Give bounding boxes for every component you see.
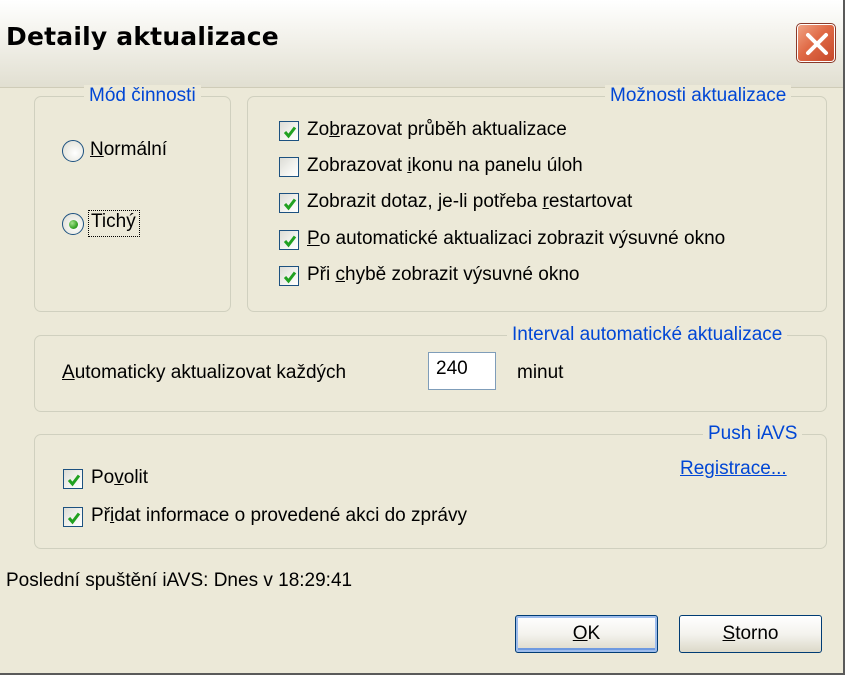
last-run-status: Poslední spuštění iAVS: Dnes v 18:29:41 [6, 570, 353, 591]
interval-group-legend: Interval automatické aktualizace [507, 324, 788, 346]
interval-input[interactable]: 240 [428, 352, 496, 390]
push-checkbox-label-0[interactable]: Povolit [91, 467, 148, 489]
title-bar[interactable]: Detaily aktualizace [0, 0, 843, 88]
update-option-checkbox-1[interactable] [279, 157, 299, 177]
checkmark-icon [283, 271, 297, 284]
update-option-checkbox-2[interactable] [279, 193, 299, 213]
radio-silent-label[interactable]: Tichý [91, 211, 136, 233]
push-checkbox-0[interactable] [63, 469, 83, 489]
radio-silent[interactable] [62, 213, 84, 235]
checkmark-icon [67, 474, 81, 487]
cancel-button[interactable]: Storno [679, 615, 822, 653]
mode-group [34, 96, 231, 312]
update-option-checkbox-label-0[interactable]: Zobrazovat průběh aktualizace [307, 119, 567, 141]
checkmark-icon [283, 235, 297, 248]
push-checkbox-1[interactable] [63, 507, 83, 527]
push-group-legend: Push iAVS [703, 423, 803, 445]
update-option-checkbox-label-3[interactable]: Po automatické aktualizaci zobrazit výsu… [307, 228, 725, 250]
window-title: Detaily aktualizace [6, 22, 279, 51]
push-checkbox-label-1[interactable]: Přidat informace o provedené akci do zpr… [91, 505, 467, 527]
checkmark-icon [283, 198, 297, 211]
update-option-checkbox-label-2[interactable]: Zobrazit dotaz, je-li potřeba restartova… [307, 191, 632, 213]
close-button[interactable] [796, 23, 836, 63]
mode-group-legend: Mód činnosti [84, 85, 201, 107]
registration-link[interactable]: Registrace... [680, 458, 787, 480]
ok-button[interactable]: OK [515, 615, 658, 653]
interval-unit: minut [517, 362, 564, 383]
update-option-checkbox-label-4[interactable]: Při chybě zobrazit výsuvné okno [307, 264, 579, 286]
interval-label: Automaticky aktualizovat každých [62, 362, 347, 383]
push-group [34, 434, 827, 549]
dialog-window: Detaily aktualizace Mód činnosti Normáln… [0, 0, 845, 675]
close-icon [806, 33, 828, 55]
update-option-checkbox-3[interactable] [279, 230, 299, 250]
update-option-checkbox-4[interactable] [279, 266, 299, 286]
options-group-legend: Možnosti aktualizace [605, 85, 792, 107]
radio-normal-label[interactable]: Normální [90, 139, 167, 161]
radio-normal[interactable] [62, 140, 84, 162]
update-option-checkbox-label-1[interactable]: Zobrazovat ikonu na panelu úloh [307, 155, 583, 177]
checkmark-icon [283, 126, 297, 139]
radio-selected-dot [69, 220, 78, 229]
checkmark-icon [67, 512, 81, 525]
update-option-checkbox-0[interactable] [279, 121, 299, 141]
